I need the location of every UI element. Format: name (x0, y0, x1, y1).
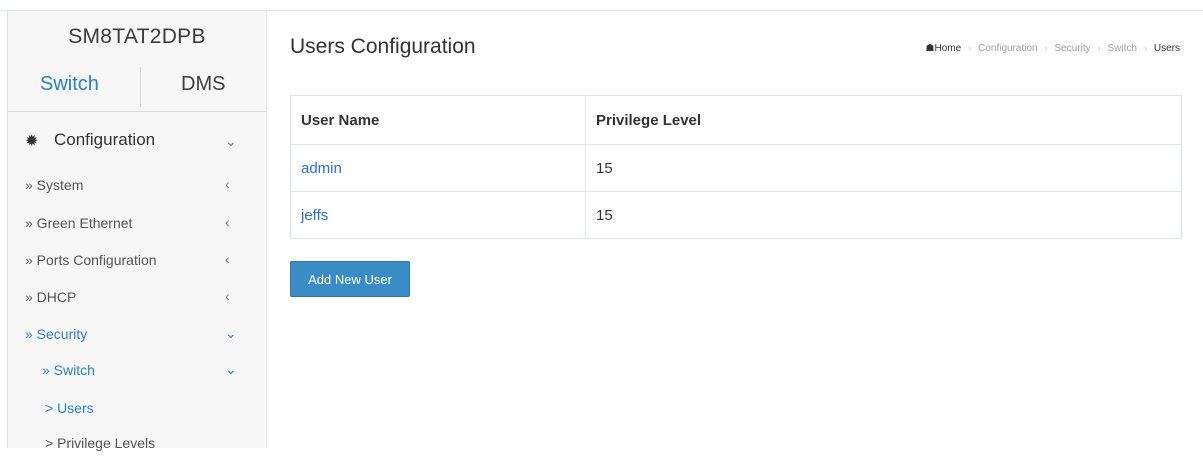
breadcrumb-item-configuration[interactable]: Configuration (978, 43, 1037, 54)
table-row: admin 15 (290, 144, 1182, 192)
user-name-cell: admin (290, 144, 586, 192)
top-border (0, 0, 1203, 11)
device-name: SM8TAT2DPB (68, 25, 206, 48)
column-header-privilege-level: Privilege Level (585, 95, 1182, 145)
table-header-row: User Name Privilege Level (290, 95, 1182, 145)
privilege-level-cell: 15 (585, 144, 1182, 192)
users-table: User Name Privilege Level admin 15 jeffs… (290, 95, 1182, 239)
breadcrumb-separator: › (1044, 43, 1048, 54)
user-name-cell: jeffs (290, 191, 586, 239)
breadcrumb-current: Users (1153, 43, 1180, 54)
sidebar-item-label: Configuration (54, 130, 156, 149)
breadcrumb-home-label: Home (934, 43, 962, 54)
chevron-down-icon: ⌄ (225, 361, 237, 377)
breadcrumb-separator: › (967, 43, 972, 54)
privilege-level-cell: 15 (585, 191, 1182, 239)
breadcrumb-home[interactable]: ☗Home (926, 43, 962, 54)
sidebar-item-label: » Security (25, 326, 88, 342)
user-link[interactable]: jeffs (301, 207, 328, 224)
sidebar-item-configuration[interactable]: ✹ Configuration ⌄ (8, 124, 266, 160)
sidebar-item-label: » System (25, 177, 84, 193)
breadcrumb-separator: › (1097, 43, 1101, 54)
tabs-underline (8, 111, 266, 112)
sidebar-item-system[interactable]: » System ‹ (8, 171, 266, 201)
tab-switch[interactable]: Switch (40, 73, 99, 96)
sidebar-item-ports-configuration[interactable]: » Ports Configuration ‹ (8, 246, 266, 276)
sidebar-item-label: » Switch (42, 362, 95, 378)
sidebar-item-label: > Users (45, 400, 94, 416)
chevron-left-icon: ‹ (225, 176, 230, 192)
chevron-down-icon: ⌄ (225, 325, 237, 341)
breadcrumb-separator: › (1143, 43, 1148, 54)
breadcrumb-item-security[interactable]: Security (1054, 43, 1090, 54)
sidebar-item-security[interactable]: » Security ⌄ (8, 320, 266, 350)
sidebar-item-label: » Green Ethernet (25, 215, 133, 231)
tab-dms[interactable]: DMS (181, 73, 225, 96)
breadcrumb-item-switch[interactable]: Switch (1108, 43, 1137, 54)
sidebar-item-switch[interactable]: » Switch ⌄ (8, 356, 266, 386)
chevron-left-icon: ‹ (225, 251, 230, 267)
sidebar-item-dhcp[interactable]: » DHCP ‹ (8, 283, 266, 313)
sidebar-item-privilege-levels[interactable]: > Privilege Levels (8, 429, 266, 459)
sidebar: SM8TAT2DPB Switch DMS ✹ Configuration ⌄ … (7, 11, 267, 451)
table-row: jeffs 15 (290, 191, 1182, 239)
sidebar-item-label: > Privilege Levels (45, 435, 156, 451)
add-new-user-button[interactable]: Add New User (290, 261, 410, 297)
breadcrumb: ☗Home › Configuration › Security › Switc… (926, 43, 1180, 54)
sidebar-item-label: » DHCP (25, 289, 77, 305)
chevron-left-icon: ‹ (225, 288, 230, 304)
tab-divider (140, 67, 141, 107)
sidebar-tabs: Switch DMS (8, 67, 266, 113)
column-header-user-name: User Name (290, 95, 586, 145)
sidebar-item-label: » Ports Configuration (25, 252, 157, 268)
chevron-down-icon: ⌄ (225, 133, 237, 149)
home-icon: ☗ (925, 43, 935, 54)
sidebar-item-green-ethernet[interactable]: » Green Ethernet ‹ (8, 209, 266, 239)
chevron-left-icon: ‹ (225, 214, 230, 230)
user-link[interactable]: admin (301, 160, 342, 177)
main-content: Users Configuration ☗Home › Configuratio… (268, 11, 1203, 448)
page-title: Users Configuration (290, 35, 476, 58)
sidebar-item-users[interactable]: > Users (8, 394, 266, 424)
gear-icon: ✹ (25, 133, 39, 150)
